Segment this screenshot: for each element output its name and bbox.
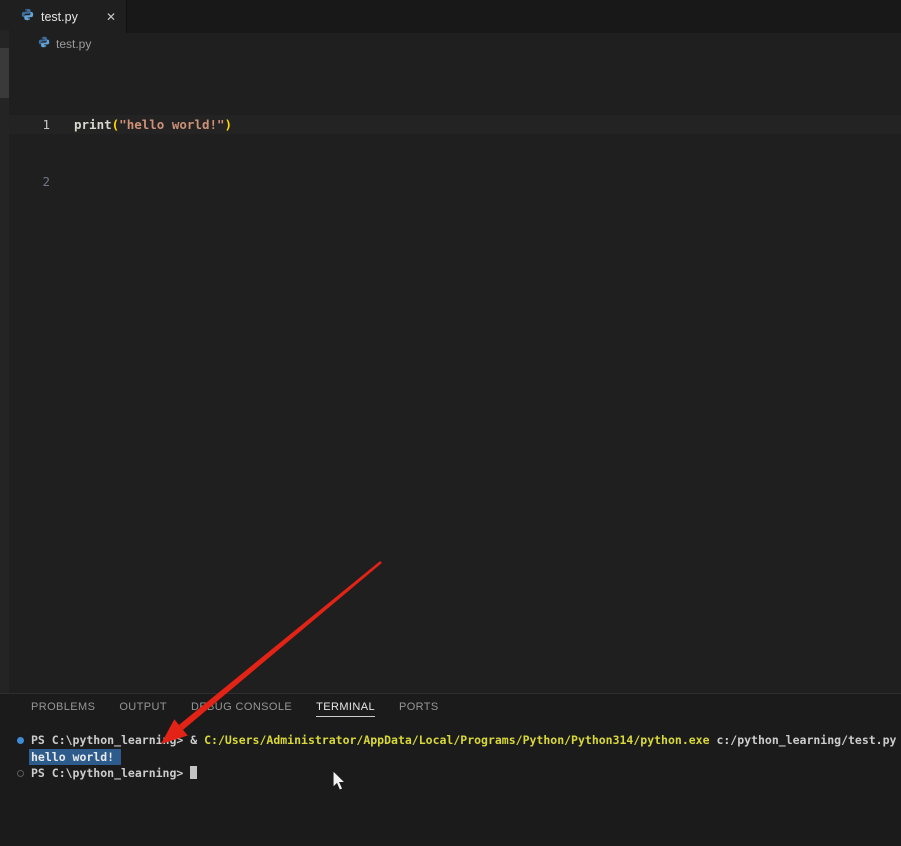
panel-tab-debug-console[interactable]: DEBUG CONSOLE xyxy=(191,701,292,717)
code-token-bracket: ) xyxy=(224,117,233,132)
terminal-text-fg: PS C:\python_learning> xyxy=(31,766,191,780)
terminal-line: PS C:\python_learning> xyxy=(17,765,901,782)
prompt-decoration-icon[interactable] xyxy=(17,770,24,777)
code-editor[interactable]: 1 print("hello world!") 2 xyxy=(0,30,901,693)
tab-label: test.py xyxy=(41,9,78,24)
panel-tab-output[interactable]: OUTPUT xyxy=(119,701,167,717)
breadcrumb-file-label: test.py xyxy=(56,37,92,51)
code-token-string: "hello world!" xyxy=(119,117,225,132)
tab-test-py[interactable]: test.py ✕ xyxy=(0,0,127,33)
breadcrumb[interactable]: test.py xyxy=(0,33,901,55)
panel-tab-problems[interactable]: PROBLEMS xyxy=(31,701,95,717)
terminal-text-command: C:/Users/Administrator/AppData/Local/Pro… xyxy=(204,733,710,747)
left-edge-strip xyxy=(0,30,9,693)
terminal-line: hello world! xyxy=(29,748,901,765)
panel-tab-bar: PROBLEMS OUTPUT DEBUG CONSOLE TERMINAL PORTS xyxy=(0,694,901,724)
command-executed-decoration-icon[interactable] xyxy=(17,737,24,744)
editor-tab-bar: test.py ✕ xyxy=(0,0,901,33)
close-tab-icon[interactable]: ✕ xyxy=(106,11,116,23)
bottom-panel: PROBLEMS OUTPUT DEBUG CONSOLE TERMINAL PORTS… xyxy=(0,693,901,846)
terminal-text-fg: c:/python_learning/test.py xyxy=(709,733,897,747)
terminal-line: PS C:\python_learning> & C:/Users/Admini… xyxy=(17,732,901,749)
vscode-window: test.py ✕ test.py 1 print("hello world!"… xyxy=(0,0,901,846)
code-line-1[interactable]: 1 print("hello world!") xyxy=(0,115,901,134)
code-line-2[interactable]: 2 xyxy=(0,172,901,191)
panel-tab-terminal[interactable]: TERMINAL xyxy=(316,701,375,717)
terminal-text-fg: PS C:\python_learning> & xyxy=(31,733,205,747)
scrollbar-thumb[interactable] xyxy=(0,48,9,98)
terminal-cursor xyxy=(190,766,198,779)
terminal-output[interactable]: PS C:\python_learning> & C:/Users/Admini… xyxy=(0,724,901,782)
code-text: print("hello world!") xyxy=(74,115,232,134)
python-file-icon xyxy=(21,8,34,26)
code-token-function: print xyxy=(74,117,112,132)
panel-tab-ports[interactable]: PORTS xyxy=(399,701,439,717)
terminal-text-selected: hello world! xyxy=(29,748,122,765)
